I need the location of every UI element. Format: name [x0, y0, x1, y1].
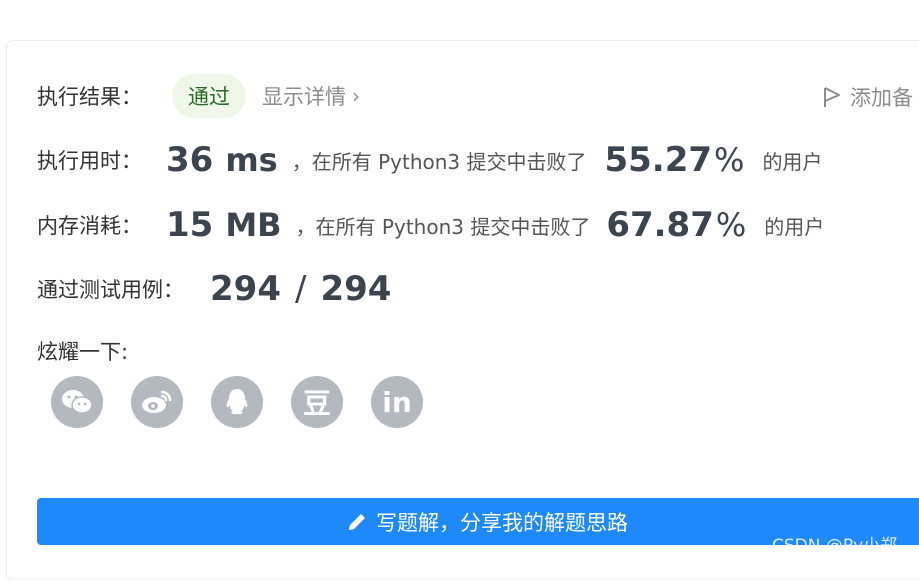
douban-share-button[interactable]: 豆	[291, 376, 343, 428]
memory-unit: MB	[225, 206, 282, 244]
runtime-row: 执行用时： 36 ms ，在所有 Python3 提交中击败了 55.27 % …	[37, 140, 822, 180]
memory-percent: 67.87	[606, 205, 714, 245]
show-details-label: 显示详情	[262, 85, 346, 109]
douban-icon: 豆	[302, 387, 331, 420]
memory-row: 内存消耗： 15 MB ，在所有 Python3 提交中击败了 67.87 % …	[37, 205, 824, 245]
share-row: 炫耀一下:	[37, 336, 128, 366]
memory-text-before: ，在所有 Python3 提交中击败了	[295, 214, 591, 239]
weibo-icon	[142, 390, 172, 413]
tests-separator: /	[294, 269, 307, 309]
result-label: 执行结果：	[37, 85, 142, 109]
add-note-label: 添加备	[850, 86, 913, 110]
chevron-right-icon: ›	[352, 84, 360, 108]
memory-value: 15	[166, 205, 214, 245]
tests-label: 通过测试用例：	[37, 278, 184, 302]
tests-total: 294	[320, 269, 392, 309]
write-solution-label: 写题解，分享我的解题思路	[376, 510, 628, 535]
memory-text-after: 的用户	[764, 214, 825, 239]
linkedin-icon: in	[382, 385, 412, 419]
runtime-unit: ms	[225, 141, 278, 179]
qq-share-button[interactable]	[211, 376, 263, 428]
tests-row: 通过测试用例： 294 / 294	[37, 269, 391, 309]
show-details-link[interactable]: 显示详情 ›	[262, 81, 360, 111]
runtime-value: 36	[166, 140, 214, 180]
runtime-text-after: 的用户	[762, 149, 823, 174]
runtime-percent-sign: %	[714, 141, 745, 179]
runtime-label: 执行用时：	[37, 149, 142, 173]
linkedin-share-button[interactable]: in	[371, 376, 423, 428]
runtime-percent: 55.27	[604, 140, 713, 180]
add-note-button[interactable]: 添加备	[822, 82, 913, 112]
tests-passed: 294	[210, 269, 281, 309]
runtime-text-before: ，在所有 Python3 提交中击败了	[291, 149, 587, 174]
pencil-icon	[349, 513, 365, 530]
result-row: 执行结果： 通过 显示详情 ›	[37, 74, 360, 118]
watermark: CSDN @Py小郑	[772, 536, 898, 556]
share-label: 炫耀一下:	[37, 340, 129, 364]
weibo-share-button[interactable]	[131, 376, 183, 428]
flag-icon	[824, 87, 840, 107]
qq-icon	[226, 389, 248, 415]
wechat-share-button[interactable]	[51, 376, 103, 428]
memory-percent-sign: %	[715, 206, 747, 244]
memory-label: 内存消耗：	[37, 214, 142, 238]
status-badge: 通过	[172, 74, 246, 118]
wechat-icon	[62, 390, 93, 414]
share-icons: 豆 in	[51, 376, 423, 428]
